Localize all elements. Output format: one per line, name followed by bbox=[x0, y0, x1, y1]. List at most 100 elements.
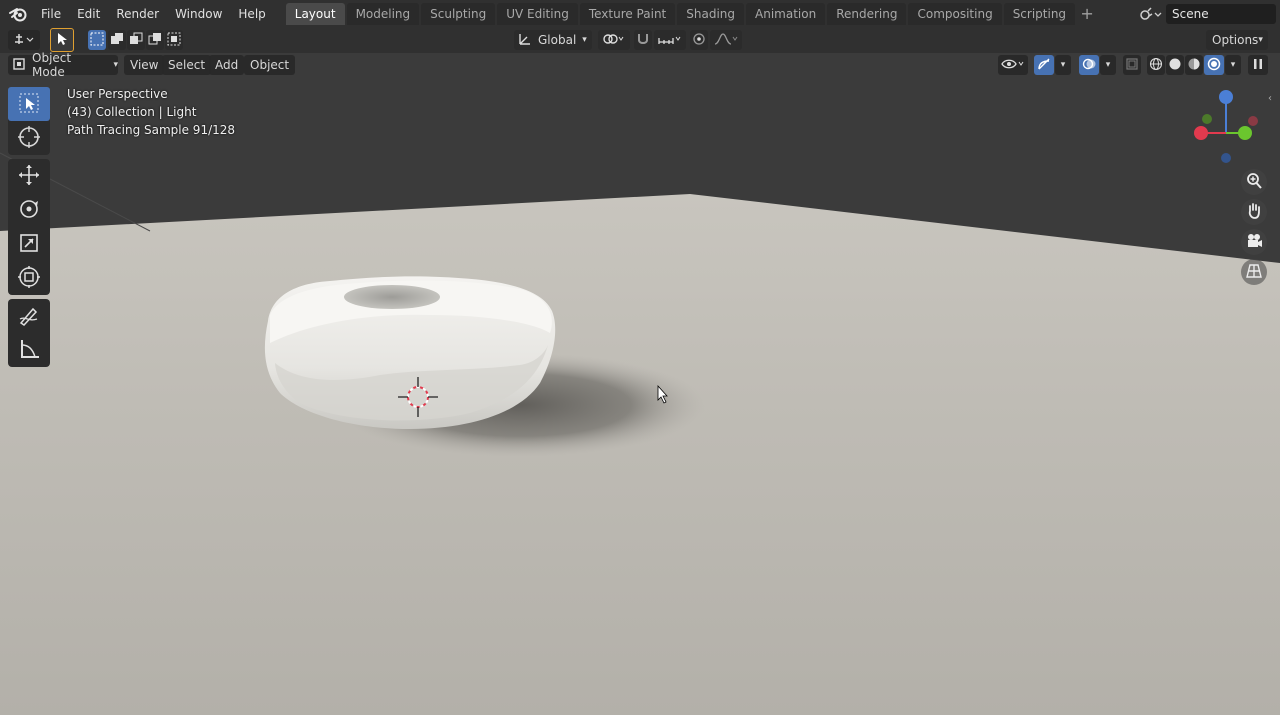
tab-texture-paint[interactable]: Texture Paint bbox=[579, 3, 676, 25]
tab-modeling[interactable]: Modeling bbox=[346, 3, 420, 25]
move-tool[interactable] bbox=[8, 159, 50, 193]
navigation-gizmo[interactable] bbox=[1188, 85, 1268, 165]
3d-viewport[interactable]: User Perspective (43) Collection | Light… bbox=[0, 53, 1280, 715]
material-sphere-icon bbox=[1187, 57, 1201, 74]
toolbar-select-group bbox=[8, 87, 50, 155]
mode-dropdown[interactable]: Object Mode ▾ bbox=[8, 51, 118, 79]
shading-solid-button[interactable] bbox=[1166, 55, 1184, 75]
scale-tool[interactable] bbox=[8, 227, 50, 261]
cursor-tool[interactable] bbox=[8, 121, 50, 155]
add-workspace-icon[interactable]: + bbox=[1077, 3, 1097, 25]
pause-icon bbox=[1252, 58, 1264, 73]
tool-settings-bar: Global ▾ Options ▾ bbox=[0, 28, 1280, 53]
falloff-curve-icon bbox=[713, 32, 739, 49]
tab-animation[interactable]: Animation bbox=[746, 3, 826, 25]
transform-tool[interactable] bbox=[8, 261, 50, 295]
select-extend-icon bbox=[110, 32, 124, 49]
options-label: Options bbox=[1212, 33, 1259, 47]
menu-render[interactable]: Render bbox=[108, 3, 167, 25]
chevron-down-icon: ▾ bbox=[1060, 60, 1066, 70]
snap-target-dropdown[interactable] bbox=[654, 30, 686, 50]
view-name-label: User Perspective bbox=[67, 87, 168, 101]
gizmo-options-dropdown[interactable]: ▾ bbox=[1055, 55, 1071, 75]
menu-object[interactable]: Object bbox=[244, 55, 296, 75]
transform-icon bbox=[17, 265, 41, 292]
select-new-icon bbox=[90, 32, 104, 49]
menu-select[interactable]: Select bbox=[162, 55, 212, 75]
pan-button[interactable] bbox=[1241, 199, 1267, 225]
gizmo-x-icon bbox=[1194, 126, 1208, 140]
rotate-icon bbox=[17, 197, 41, 224]
select-mode-subtract-button[interactable] bbox=[127, 30, 145, 50]
tab-sculpting[interactable]: Sculpting bbox=[421, 3, 496, 25]
mode-label: Object Mode bbox=[32, 51, 72, 79]
render-status-label: Path Tracing Sample 91/128 bbox=[67, 123, 236, 137]
pivot-point-dropdown[interactable] bbox=[598, 30, 630, 50]
scale-icon bbox=[17, 231, 41, 258]
pause-render-button[interactable] bbox=[1248, 55, 1268, 75]
tab-uv-editing[interactable]: UV Editing bbox=[497, 3, 578, 25]
menu-window[interactable]: Window bbox=[167, 3, 230, 25]
proportional-edit-button[interactable] bbox=[690, 30, 708, 50]
collection-label: (43) Collection | Light bbox=[67, 105, 197, 119]
shading-material-button[interactable] bbox=[1185, 55, 1203, 75]
annotate-tool[interactable] bbox=[8, 299, 50, 333]
chevron-down-icon: ▾ bbox=[582, 35, 587, 45]
proportional-edit-icon bbox=[692, 32, 706, 49]
measure-icon bbox=[17, 337, 41, 364]
pan-hand-icon bbox=[1245, 202, 1263, 223]
options-dropdown[interactable]: Options ▾ bbox=[1206, 30, 1268, 50]
camera-icon bbox=[1245, 232, 1263, 253]
menu-edit[interactable]: Edit bbox=[69, 3, 108, 25]
magnet-icon bbox=[636, 32, 650, 49]
select-box-tool[interactable] bbox=[8, 87, 50, 121]
tab-scripting[interactable]: Scripting bbox=[1003, 3, 1076, 25]
select-subtract-icon bbox=[129, 32, 143, 49]
shading-wireframe-button[interactable] bbox=[1147, 55, 1165, 75]
select-intersect-icon bbox=[167, 32, 181, 49]
eye-icon bbox=[1001, 57, 1025, 74]
tab-layout[interactable]: Layout bbox=[285, 3, 345, 25]
proportional-falloff-dropdown[interactable] bbox=[710, 30, 742, 50]
rotate-tool[interactable] bbox=[8, 193, 50, 227]
annotate-icon bbox=[17, 303, 41, 330]
menu-file[interactable]: File bbox=[33, 3, 69, 25]
menu-add[interactable]: Add bbox=[209, 55, 245, 75]
select-invert-icon bbox=[148, 32, 162, 49]
menu-view[interactable]: View bbox=[124, 55, 165, 75]
select-mode-intersect-button[interactable] bbox=[165, 30, 183, 50]
xray-toggle-button[interactable] bbox=[1123, 55, 1141, 75]
snap-toggle-button[interactable] bbox=[634, 30, 652, 50]
blender-logo-icon[interactable] bbox=[7, 3, 29, 25]
3d-viewport-icon bbox=[13, 32, 35, 49]
overlays-toggle-button[interactable] bbox=[1079, 55, 1099, 75]
scene-browse-icon[interactable] bbox=[1136, 3, 1166, 25]
sidebar-expand-icon[interactable]: ‹ bbox=[1268, 93, 1278, 105]
select-mode-invert-button[interactable] bbox=[146, 30, 164, 50]
overlays-options-dropdown[interactable]: ▾ bbox=[1100, 55, 1116, 75]
scene-name-field[interactable]: Scene bbox=[1166, 4, 1276, 24]
select-mode-extend-button[interactable] bbox=[108, 30, 126, 50]
measure-tool[interactable] bbox=[8, 333, 50, 367]
gizmo-toggle-button[interactable] bbox=[1034, 55, 1054, 75]
tab-shading[interactable]: Shading bbox=[677, 3, 744, 25]
select-box-icon bbox=[18, 92, 40, 117]
transform-orientation-dropdown[interactable]: Global ▾ bbox=[514, 30, 592, 50]
active-tool-button[interactable] bbox=[50, 28, 74, 52]
camera-view-button[interactable] bbox=[1241, 229, 1267, 255]
tab-compositing[interactable]: Compositing bbox=[908, 3, 1002, 25]
orientation-icon bbox=[518, 32, 532, 49]
select-mode-new-button[interactable] bbox=[88, 30, 106, 50]
menu-help[interactable]: Help bbox=[230, 3, 273, 25]
solid-sphere-icon bbox=[1168, 57, 1182, 74]
tab-rendering[interactable]: Rendering bbox=[827, 3, 907, 25]
shading-options-dropdown[interactable]: ▾ bbox=[1225, 55, 1241, 75]
perspective-toggle-button[interactable] bbox=[1241, 259, 1267, 285]
shading-rendered-button[interactable] bbox=[1204, 55, 1224, 75]
zoom-button[interactable] bbox=[1241, 169, 1267, 195]
chevron-down-icon: ▾ bbox=[1258, 35, 1263, 45]
workspace-tabs: Layout Modeling Sculpting UV Editing Tex… bbox=[285, 3, 1097, 25]
editor-type-button[interactable] bbox=[8, 30, 40, 50]
select-arrow-icon bbox=[55, 32, 69, 49]
visibility-dropdown[interactable] bbox=[998, 55, 1028, 75]
